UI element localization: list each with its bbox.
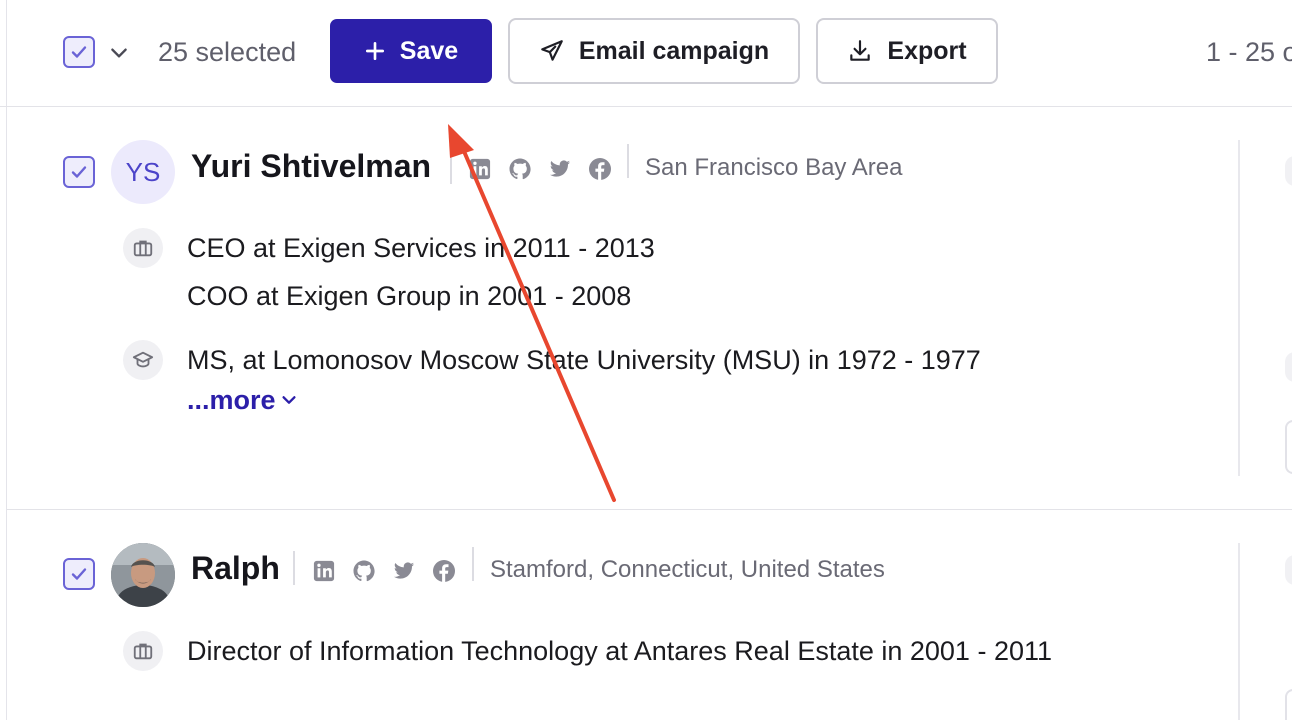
facebook-icon[interactable] (588, 157, 612, 181)
name-separator (450, 150, 452, 184)
bulk-action-toolbar: 25 selected Save Email campaign Export 1… (0, 0, 1292, 107)
right-panel-control[interactable] (1285, 156, 1292, 186)
social-links (312, 559, 456, 583)
send-icon (540, 40, 563, 61)
checkbox-check-icon (71, 46, 87, 58)
email-campaign-label: Email campaign (578, 36, 770, 65)
save-button[interactable]: Save (330, 19, 492, 83)
card-column-divider (1238, 140, 1240, 476)
person-name[interactable]: Yuri Shtivelman (191, 146, 431, 186)
show-more-label: ...more (187, 385, 276, 415)
name-separator (293, 551, 295, 585)
plus-icon (365, 41, 384, 61)
job-line: Director of Information Technology at An… (187, 636, 1053, 666)
profile-photo (111, 543, 175, 607)
email-campaign-button[interactable]: Email campaign (508, 18, 800, 84)
person-checkbox[interactable] (63, 558, 95, 590)
selected-count: 25 selected (158, 37, 297, 67)
right-panel-control[interactable] (1285, 352, 1292, 382)
linkedin-icon[interactable] (468, 157, 492, 181)
select-all-checkbox[interactable] (63, 36, 95, 68)
checkbox-check-icon (71, 568, 87, 580)
job-line: CEO at Exigen Services in 2011 - 2013 (187, 233, 655, 263)
pagination-range: 1 - 25 o (1206, 37, 1292, 67)
linkedin-icon[interactable] (312, 559, 336, 583)
facebook-icon[interactable] (432, 559, 456, 583)
select-menu-toggle[interactable] (106, 40, 132, 66)
avatar[interactable]: YS (111, 140, 175, 204)
right-panel-control[interactable] (1285, 555, 1292, 585)
person-checkbox[interactable] (63, 156, 95, 188)
twitter-icon[interactable] (548, 157, 572, 181)
show-more-link[interactable]: ...more (187, 383, 298, 417)
card-column-divider (1238, 543, 1240, 720)
person-card: Ralph Stamford, Connecticut, United Stat… (7, 511, 1292, 720)
social-separator (627, 144, 629, 178)
save-button-label: Save (399, 36, 459, 65)
checkbox-check-icon (71, 166, 87, 178)
briefcase-icon (123, 228, 163, 268)
github-icon[interactable] (508, 157, 532, 181)
right-panel-button[interactable] (1285, 689, 1292, 720)
social-links (468, 157, 612, 181)
twitter-icon[interactable] (392, 559, 416, 583)
download-icon (850, 40, 871, 61)
person-name[interactable]: Ralph (191, 548, 280, 588)
social-separator (472, 547, 474, 581)
person-location: Stamford, Connecticut, United States (490, 556, 885, 583)
chevron-down-icon (281, 396, 296, 404)
person-location: San Francisco Bay Area (645, 154, 903, 181)
avatar[interactable] (111, 543, 175, 607)
export-label: Export (887, 36, 967, 65)
education-line: MS, at Lomonosov Moscow State University… (187, 345, 981, 375)
chevron-down-icon (111, 48, 127, 58)
right-panel-button[interactable] (1285, 420, 1292, 474)
github-icon[interactable] (352, 559, 376, 583)
graduation-cap-icon (123, 340, 163, 380)
export-button[interactable]: Export (816, 18, 998, 84)
job-line: COO at Exigen Group in 2001 - 2008 (187, 281, 632, 311)
briefcase-icon (123, 631, 163, 671)
person-card: YS Yuri Shtivelman San Francisco Bay Are… (7, 108, 1292, 510)
